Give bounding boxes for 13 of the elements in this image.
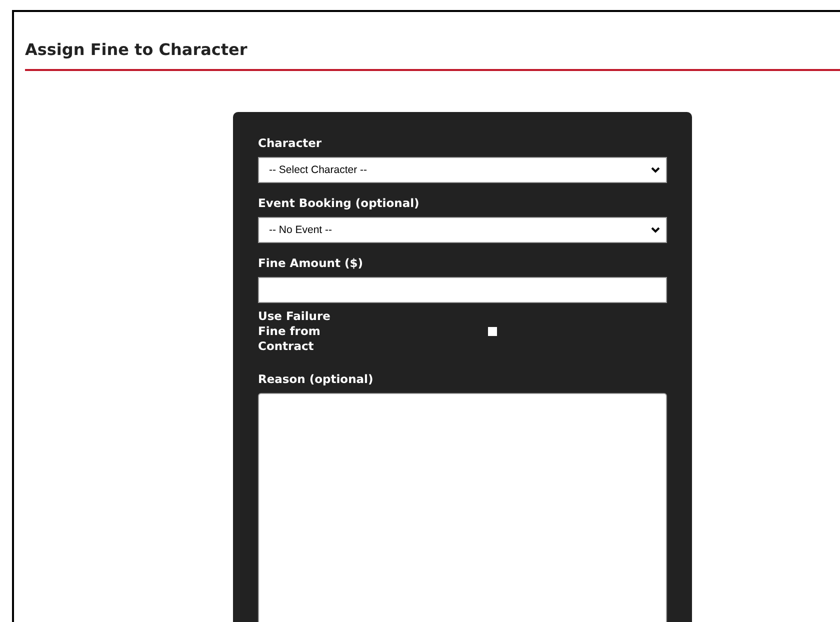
select-dropdown[interactable]: -- No Event -- [258, 217, 667, 243]
caret-icon [651, 227, 660, 233]
field-label: Use Failure Fine from Contract [258, 309, 332, 354]
caret-icon [651, 167, 660, 173]
input-field[interactable] [258, 277, 667, 303]
text-area[interactable] [258, 393, 667, 622]
select-dropdown[interactable]: -- Select Character -- [258, 157, 667, 183]
field-label: Reason (optional) [258, 372, 374, 387]
page-title: Assign Fine to Character [25, 40, 840, 71]
checkbox[interactable] [488, 327, 497, 336]
field-label: Character [258, 136, 323, 151]
field-label: Event Booking (optional) [258, 196, 420, 211]
field-label: Fine Amount ($) [258, 256, 364, 271]
